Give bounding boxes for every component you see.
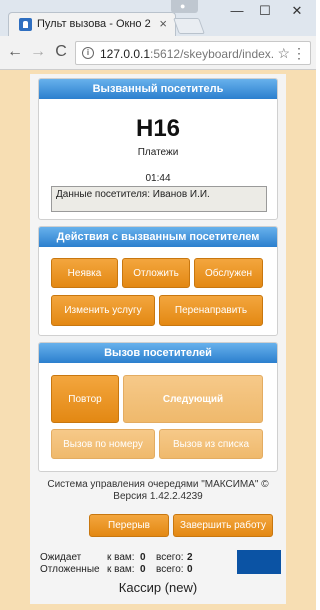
operator-name: Кассир (new) bbox=[118, 580, 198, 595]
served-button[interactable]: Обслужен bbox=[194, 258, 263, 288]
bookmark-star-icon[interactable]: ☆ bbox=[277, 45, 290, 62]
profile-icon: ● bbox=[180, 1, 186, 11]
waiting-to-you-label: к вам: bbox=[107, 552, 135, 563]
postponed-total-count: 0 bbox=[187, 564, 193, 575]
browser-menu-icon[interactable]: ⋮ bbox=[292, 45, 306, 62]
postponed-to-you-label: к вам: bbox=[107, 564, 135, 575]
browser-tabbar: Пульт вызова - Окно 2 × ● — ☐ ✕ bbox=[0, 0, 316, 36]
postponed-label: Отложенные bbox=[40, 564, 100, 575]
repeat-call-button[interactable]: Повтор bbox=[51, 375, 119, 423]
actions-panel: Действия с вызванным посетителем Неявка … bbox=[38, 226, 278, 336]
page-background: Вызванный посетитель H16 Платежи 01:44 Д… bbox=[0, 70, 316, 610]
profile-button[interactable]: ● bbox=[171, 0, 198, 13]
finish-work-button[interactable]: Завершить работу bbox=[173, 514, 273, 537]
call-visitors-header: Вызов посетителей bbox=[39, 343, 277, 363]
no-show-button[interactable]: Неявка bbox=[51, 258, 118, 288]
call-timer: 01:44 bbox=[145, 173, 171, 184]
call-from-list-button[interactable]: Вызов из списка bbox=[159, 429, 263, 459]
tab-title: Пульт вызова - Окно 2 bbox=[37, 18, 151, 30]
actions-header: Действия с вызванным посетителем bbox=[39, 227, 277, 247]
waiting-total-label: всего: bbox=[156, 552, 184, 563]
url-text[interactable]: 127.0.0.1:5612/skeyboard/index.h bbox=[100, 47, 274, 61]
call-by-number-button[interactable]: Вызов по номеру bbox=[51, 429, 155, 459]
browser-tab[interactable]: Пульт вызова - Окно 2 × bbox=[8, 12, 176, 36]
favicon-icon bbox=[19, 18, 32, 31]
reload-icon[interactable]: C bbox=[52, 43, 70, 61]
address-bar[interactable]: i 127.0.0.1:5612/skeyboard/index.h ☆ ⋮ bbox=[75, 41, 311, 65]
call-visitors-panel: Вызов посетителей Повтор Следующий Вызов… bbox=[38, 342, 278, 472]
system-copyright: Система управления очередями "МАКСИМА" © bbox=[47, 479, 269, 490]
tab-close-icon[interactable]: × bbox=[159, 16, 167, 31]
change-service-button[interactable]: Изменить услугу bbox=[51, 295, 155, 326]
url-path: :5612/skeyboard/index.h bbox=[150, 47, 274, 61]
call-next-button[interactable]: Следующий bbox=[123, 375, 263, 423]
minimize-button[interactable]: — bbox=[222, 3, 252, 18]
waiting-to-you-count: 0 bbox=[140, 552, 146, 563]
redirect-button[interactable]: Перенаправить bbox=[159, 295, 263, 326]
postponed-to-you-count: 0 bbox=[140, 564, 146, 575]
postponed-total-label: всего: bbox=[156, 564, 184, 575]
browser-toolbar: ← → C i 127.0.0.1:5612/skeyboard/index.h… bbox=[0, 36, 316, 70]
system-info: Система управления очередями "МАКСИМА" ©… bbox=[30, 479, 286, 503]
new-tab-button[interactable] bbox=[173, 18, 205, 34]
called-visitor-panel: Вызванный посетитель H16 Платежи 01:44 Д… bbox=[38, 78, 278, 220]
visitor-info-field[interactable]: Данные посетителя: Иванов И.И. bbox=[51, 186, 267, 212]
back-arrow-icon[interactable]: ← bbox=[6, 43, 24, 61]
system-version: Версия 1.42.2.4239 bbox=[113, 491, 203, 502]
url-host: 127.0.0.1 bbox=[100, 47, 151, 61]
waiting-total-count: 2 bbox=[187, 552, 193, 563]
waiting-label: Ожидает bbox=[40, 552, 82, 563]
called-visitor-header: Вызванный посетитель bbox=[39, 79, 277, 99]
ticket-number: H16 bbox=[135, 115, 181, 142]
main-content: Вызванный посетитель H16 Платежи 01:44 Д… bbox=[30, 74, 286, 604]
service-name: Платежи bbox=[137, 147, 179, 158]
status-color-indicator bbox=[237, 550, 281, 574]
break-button[interactable]: Перерыв bbox=[89, 514, 169, 537]
maximize-button[interactable]: ☐ bbox=[250, 3, 280, 19]
info-icon[interactable]: i bbox=[82, 47, 94, 59]
window-close-button[interactable]: ✕ bbox=[282, 3, 312, 19]
postpone-button[interactable]: Отложить bbox=[122, 258, 190, 288]
forward-arrow-icon[interactable]: → bbox=[29, 43, 47, 61]
